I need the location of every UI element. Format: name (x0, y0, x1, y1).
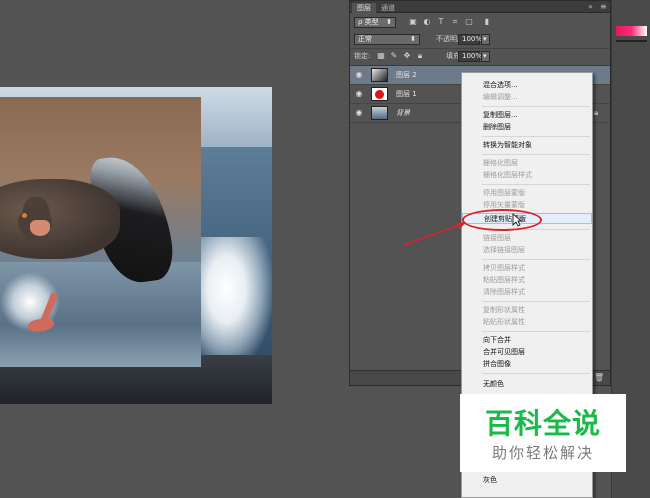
tab-layers[interactable]: 图层 (352, 3, 376, 13)
fill-dropdown-icon[interactable]: ▾ (481, 51, 490, 62)
menu-item-blending-options[interactable]: 混合选项... (462, 80, 592, 91)
eye-icon[interactable]: ◉ (354, 89, 364, 99)
filter-kind-select[interactable]: ρ 类型 ⬍ (354, 17, 396, 28)
menu-separator (482, 154, 590, 155)
watermark-logo: 百科全说 助你轻松解决 (460, 394, 626, 472)
layer-thumbnail (371, 87, 388, 101)
menu-separator (482, 373, 590, 374)
trash-icon[interactable]: 🗑︎ (594, 373, 604, 383)
goose-beak (30, 220, 50, 236)
lock-image-icon[interactable]: ✎ (389, 51, 399, 61)
color-ramp-strip[interactable] (616, 26, 647, 36)
wave-splash (196, 237, 272, 367)
blend-row: 正常 ⬍ 不透明度: 100% ▾ (350, 32, 610, 48)
layer-name: 背景 (396, 109, 410, 117)
layer-name: 图层 1 (396, 90, 417, 98)
filter-toggle-icon[interactable]: ▮ (482, 17, 492, 27)
menu-separator (482, 136, 590, 137)
dock-divider (616, 40, 647, 42)
menu-item-delete-layer[interactable]: 删除图层 (462, 122, 592, 133)
mouse-cursor-icon (512, 213, 522, 227)
tab-channels[interactable]: 通道 (376, 3, 400, 13)
blend-mode-label: 正常 (358, 35, 372, 43)
chevron-down-icon: ⬍ (410, 35, 416, 43)
menu-item-gray[interactable]: 灰色 (462, 475, 592, 486)
menu-item-no-color[interactable]: 无颜色 (462, 379, 592, 390)
watermark-title: 百科全说 (484, 407, 601, 440)
eye-icon[interactable]: ◉ (354, 108, 364, 118)
opacity-input[interactable]: 100% (458, 34, 482, 45)
menu-item-duplicate-layer[interactable]: 复制图层... (462, 110, 592, 121)
lock-transparent-icon[interactable]: ▦ (376, 51, 386, 61)
menu-item-merge-down[interactable]: 向下合并 (462, 335, 592, 346)
eye-icon[interactable]: ◉ (354, 70, 364, 80)
menu-separator (482, 259, 590, 260)
menu-item-select-linked-layers[interactable]: 选择链接图层 (462, 245, 592, 256)
layer-name: 图层 2 (396, 71, 417, 79)
menu-item-clear-layer-style[interactable]: 清除图层样式 (462, 287, 592, 298)
smart-object-filter-icon[interactable]: ▢ (464, 17, 474, 27)
annotation-arrow-icon (403, 222, 466, 246)
document-canvas[interactable] (0, 87, 272, 404)
shape-filter-icon[interactable]: ⌗ (450, 17, 460, 27)
menu-item-rasterize-layer-style[interactable]: 栅格化图层样式 (462, 170, 592, 181)
menu-item-disable-layer-mask[interactable]: 停用图层蒙版 (462, 188, 592, 199)
blend-mode-select[interactable]: 正常 ⬍ (354, 34, 420, 45)
panel-tab-bar: 图层 通道 » ≡ (350, 1, 610, 13)
menu-separator (482, 106, 590, 107)
menu-item-merge-visible[interactable]: 合并可见图层 (462, 347, 592, 358)
menu-item-link-layers[interactable]: 链接图层 (462, 233, 592, 244)
menu-separator (482, 301, 590, 302)
filter-kind-label: ρ 类型 (358, 18, 379, 26)
menu-item-edit-adjustment[interactable]: 编辑调整... (462, 92, 592, 103)
opacity-dropdown-icon[interactable]: ▾ (481, 34, 490, 45)
filter-row: ρ 类型 ⬍ ▣ ◐ T ⌗ ▢ ▮ (350, 15, 610, 31)
pixel-filter-icon[interactable]: ▣ (408, 17, 418, 27)
menu-item-rasterize-layer[interactable]: 栅格化图层 (462, 158, 592, 169)
panel-menu-icon[interactable]: ≡ (600, 2, 607, 11)
chevron-down-icon: ⬍ (386, 18, 392, 26)
type-filter-icon[interactable]: T (436, 17, 446, 27)
layer-thumbnail (371, 68, 388, 82)
watermark-subtitle: 助你轻松解决 (491, 444, 594, 462)
menu-separator (482, 184, 590, 185)
menu-item-paste-shape-attributes[interactable]: 粘贴形状属性 (462, 317, 592, 328)
menu-item-flatten-image[interactable]: 拼合图像 (462, 359, 592, 370)
lock-label: 锁定: (354, 52, 371, 60)
lock-all-icon[interactable]: 🔒︎ (415, 51, 425, 61)
fill-input[interactable]: 100% (458, 51, 482, 62)
lock-row: 锁定: ▦ ✎ ✥ 🔒︎ 填充: 100% ▾ (350, 48, 610, 64)
collapse-icon[interactable]: » (588, 2, 593, 11)
menu-item-convert-smart-object[interactable]: 转换为智能对象 (462, 140, 592, 151)
layer-thumbnail (371, 106, 388, 120)
menu-item-copy-shape-attributes[interactable]: 复制形状属性 (462, 305, 592, 316)
goose-eye (22, 213, 27, 218)
lock-icon: 🔒︎ (594, 108, 599, 117)
menu-separator (482, 331, 590, 332)
menu-item-copy-layer-style[interactable]: 拷贝图层样式 (462, 263, 592, 274)
goose-photo-layer (0, 97, 201, 367)
lock-position-icon[interactable]: ✥ (402, 51, 412, 61)
highlight-ellipse (462, 209, 542, 231)
menu-item-paste-layer-style[interactable]: 粘贴图层样式 (462, 275, 592, 286)
adjustment-filter-icon[interactable]: ◐ (422, 17, 432, 27)
menu-item-disable-vector-mask[interactable]: 停用矢量蒙版 (462, 200, 592, 211)
